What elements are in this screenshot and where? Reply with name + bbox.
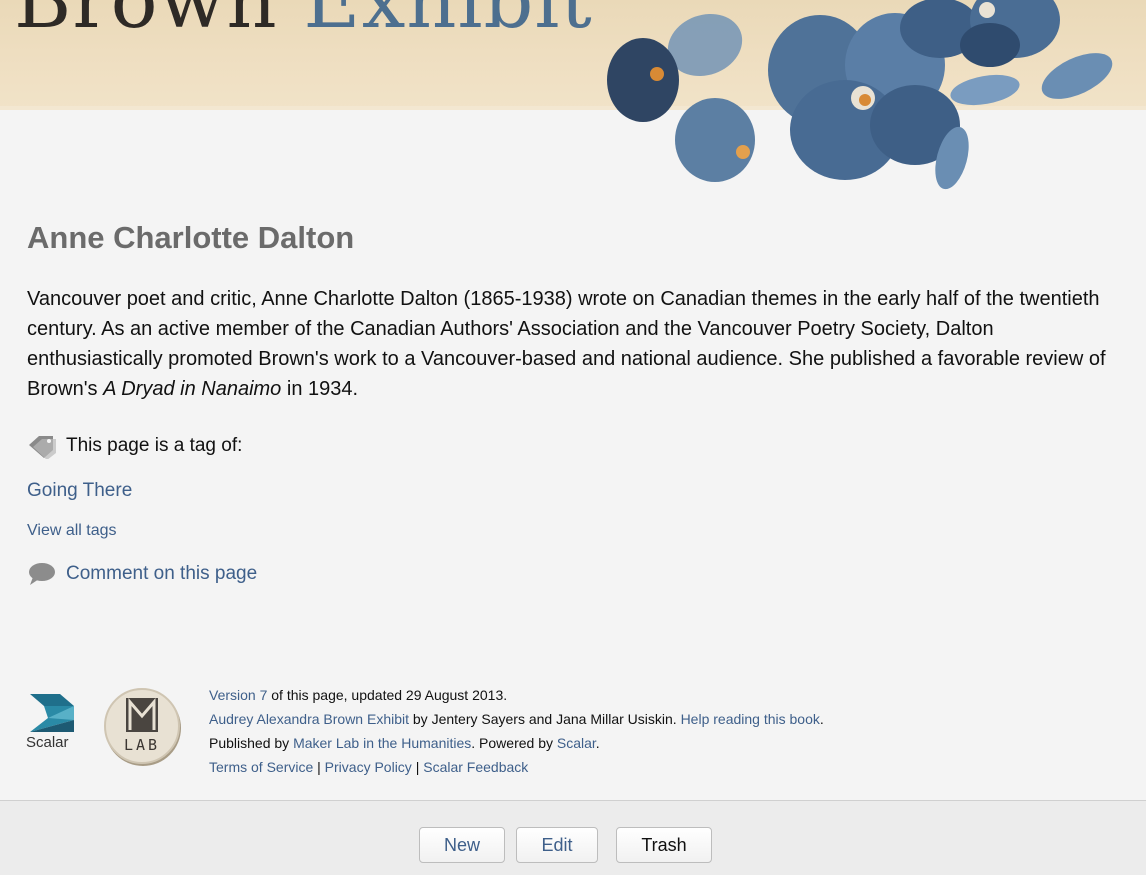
footer-separator: | [313, 759, 325, 775]
body-text-book-title: A Dryad in Nanaimo [103, 378, 282, 400]
version-link[interactable]: Version 7 [209, 687, 267, 703]
footer-separator: | [411, 759, 424, 775]
publisher-link[interactable]: Maker Lab in the Humanities [293, 735, 471, 751]
book-title-link[interactable]: Audrey Alexandra Brown Exhibit [209, 711, 409, 727]
version-suffix: of this page, updated 29 August 2013. [267, 687, 508, 703]
speech-bubble-icon [29, 563, 55, 585]
maker-lab-logo-icon[interactable]: LAB [102, 686, 184, 766]
page-title: Anne Charlotte Dalton [27, 220, 355, 255]
scalar-link[interactable]: Scalar [557, 735, 596, 751]
comment-on-page-link[interactable]: Comment on this page [66, 563, 257, 585]
banner-title-word-2: Exhibit [303, 0, 593, 46]
help-reading-link[interactable]: Help reading this book [681, 711, 820, 727]
published-prefix: Published by [209, 735, 294, 751]
tag-icon [29, 436, 56, 459]
comment-row[interactable]: Comment on this page [27, 562, 257, 586]
maker-lab-logo-text: LAB [124, 736, 160, 754]
tag-of-row: This page is a tag of: [27, 433, 242, 459]
banner-title-word-1: Brown [14, 0, 278, 46]
new-button[interactable]: New [419, 827, 505, 863]
footer-info: Version 7 of this page, updated 29 Augus… [209, 683, 824, 779]
trash-button[interactable]: Trash [616, 827, 712, 863]
powered-prefix: . Powered by [471, 735, 557, 751]
edit-toolbar: New Edit Trash [0, 800, 1146, 875]
terms-of-service-link[interactable]: Terms of Service [209, 759, 313, 775]
footer-book-line: Audrey Alexandra Brown Exhibit by Jenter… [209, 707, 824, 731]
footer-version-line: Version 7 of this page, updated 29 Augus… [209, 683, 824, 707]
pressed-flowers-decoration [607, 0, 1113, 190]
tag-of-label: This page is a tag of: [66, 435, 243, 456]
edit-button[interactable]: Edit [516, 827, 598, 863]
page-body-text: Vancouver poet and critic, Anne Charlott… [27, 284, 1117, 404]
book-authors: by Jentery Sayers and Jana Millar Usiski… [409, 711, 681, 727]
tag-link-going-there[interactable]: Going There [27, 480, 132, 502]
view-all-tags-link[interactable]: View all tags [27, 522, 117, 540]
help-suffix: . [819, 711, 824, 727]
scalar-feedback-link[interactable]: Scalar Feedback [423, 759, 528, 775]
book-title-banner[interactable]: Brown Exhibit [14, 0, 593, 46]
footer-published-line: Published by Maker Lab in the Humanities… [209, 731, 824, 755]
footer-links-line: Terms of Service | Privacy Policy | Scal… [209, 755, 824, 779]
scalar-logo-label: Scalar [26, 734, 69, 751]
privacy-policy-link[interactable]: Privacy Policy [325, 759, 412, 775]
powered-suffix: . [595, 735, 600, 751]
body-text-part-2: in 1934. [281, 378, 359, 400]
